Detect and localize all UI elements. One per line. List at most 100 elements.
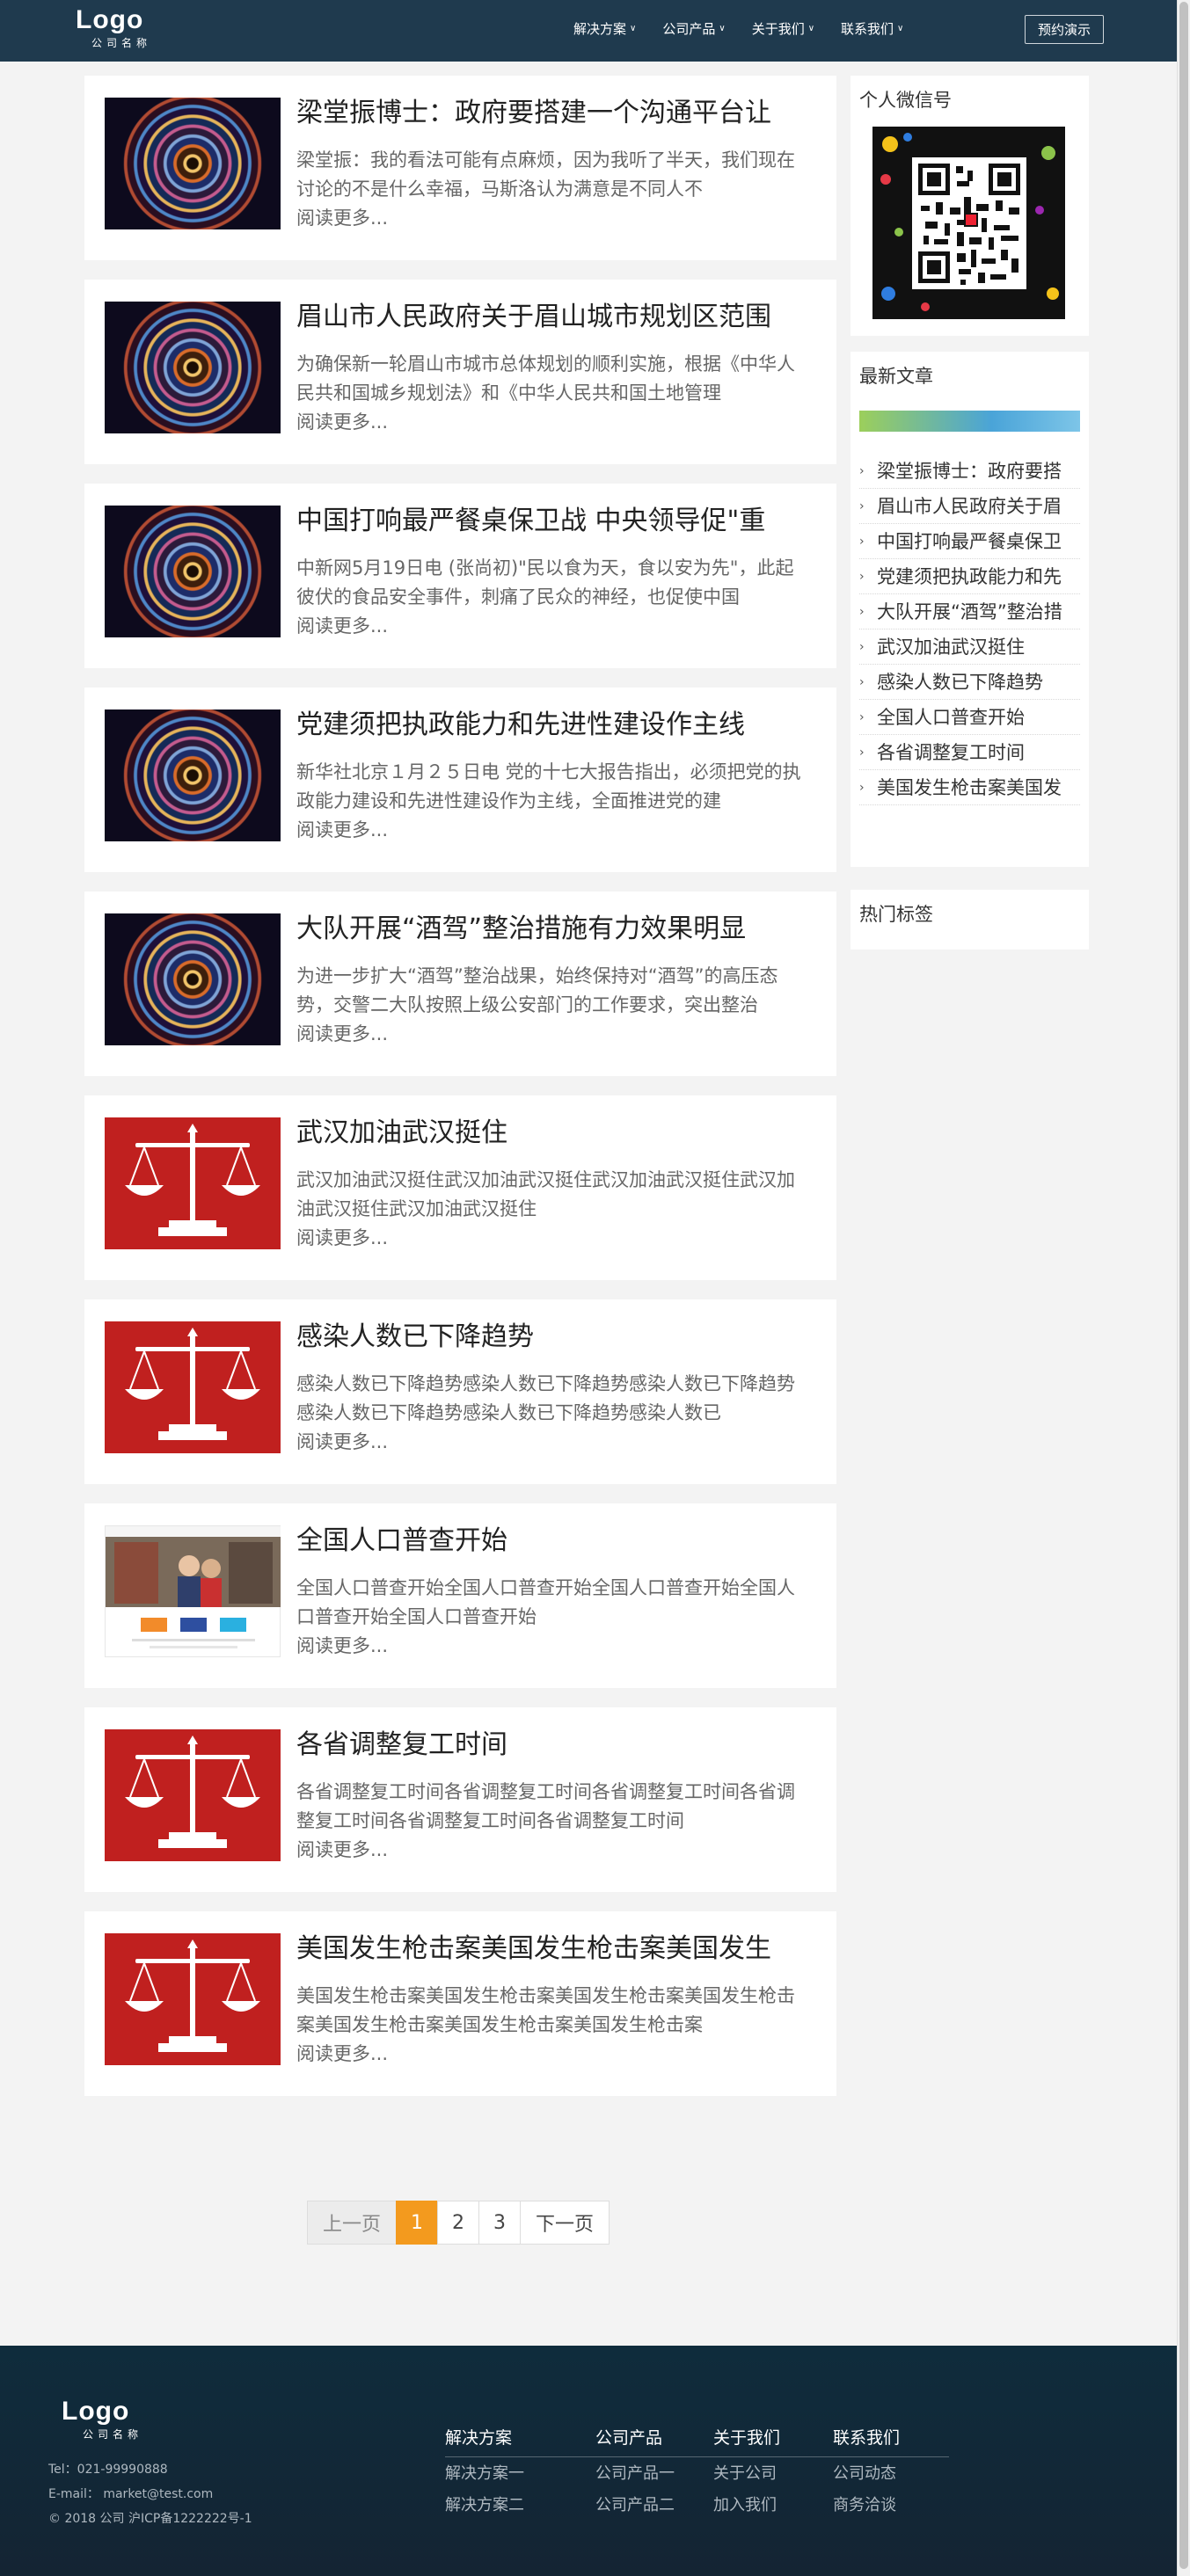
thumbnail-image <box>105 913 281 1045</box>
article-excerpt: 新华社北京１月２５日电 党的十七大报告指出，必须把党的执政能力建设和先进性建设作… <box>296 761 801 811</box>
scrollbar-thumb[interactable] <box>1179 2 1188 2569</box>
article-card[interactable]: 党建须把执政能力和先进性建设作主线新华社北京１月２５日电 党的十七大报告指出，必… <box>84 688 836 872</box>
read-more-link[interactable]: 阅读更多... <box>296 1428 388 1457</box>
page-button-1[interactable]: 1 <box>396 2201 438 2245</box>
page-button-2[interactable]: 2 <box>437 2201 479 2245</box>
read-more-link[interactable]: 阅读更多... <box>296 1020 388 1049</box>
latest-article-item[interactable]: › 大队开展“酒驾”整治措 <box>859 594 1080 629</box>
latest-article-item[interactable]: › 中国打响最严餐桌保卫 <box>859 524 1080 559</box>
article-card[interactable]: 梁堂振博士：政府要搭建一个沟通平台让 梁堂振：我的看法可能有点麻烦，因为我听了半天… <box>84 76 836 260</box>
latest-article-label: 武汉加油武汉挺住 <box>877 636 1025 658</box>
article-thumbnail[interactable] <box>105 1117 281 1249</box>
article-title[interactable]: 大队开展“酒驾”整治措施有力效果明显 <box>296 911 815 948</box>
thumbnail-image <box>105 302 281 433</box>
article-card[interactable]: 中国打响最严餐桌保卫战 中央领导促"重 中新网5月19日电 (张尚初)"民以食为天… <box>84 484 836 668</box>
hot-tags-title: 热门标签 <box>859 904 933 925</box>
latest-article-item[interactable]: › 眉山市人民政府关于眉 <box>859 489 1080 524</box>
article-card[interactable]: 武汉加油武汉挺住 武汉加油武汉挺住武汉加油武汉挺住武汉加油武汉挺住武汉加油武汉挺住… <box>84 1095 836 1280</box>
latest-title: 最新文章 <box>859 366 933 387</box>
latest-article-item[interactable]: › 党建须把执政能力和先 <box>859 559 1080 594</box>
read-more-link[interactable]: 阅读更多... <box>296 1836 388 1865</box>
article-thumbnail[interactable] <box>105 506 281 637</box>
article-card[interactable]: 眉山市人民政府关于眉山城市规划区范围 为确保新一轮眉山市城市总体规划的顺利实施，根… <box>84 280 836 464</box>
chevron-down-icon: ∨ <box>807 24 815 33</box>
nav-label: 公司产品 <box>662 21 716 37</box>
read-more-link[interactable]: 阅读更多... <box>296 612 388 641</box>
next-page-button[interactable]: 下一页 <box>520 2201 610 2245</box>
article-thumbnail[interactable] <box>105 98 281 229</box>
chevron-down-icon: ∨ <box>897 24 904 33</box>
footer-link[interactable]: 关于公司 <box>713 2458 780 2490</box>
hot-tags-box: 热门标签 <box>851 890 1089 950</box>
article-card[interactable]: 大队开展“酒驾”整治措施有力效果明显 为进一步扩大“酒驾”整治战果，始终保持对“酒… <box>84 891 836 1076</box>
read-more-link[interactable]: 阅读更多... <box>296 816 388 845</box>
footer-logo[interactable]: Logo 公司名称 <box>62 2398 142 2441</box>
article-title[interactable]: 感染人数已下降趋势 <box>296 1319 815 1356</box>
footer-link[interactable]: 商务洽谈 <box>833 2490 900 2521</box>
banner-image[interactable] <box>859 411 1080 432</box>
article-title[interactable]: 全国人口普查开始 <box>296 1523 815 1560</box>
site-footer: Logo 公司名称 Tel：021-99990888 E-mail： marke… <box>0 2346 1177 2576</box>
article-title[interactable]: 梁堂振博士：政府要搭建一个沟通平台让 <box>296 95 815 132</box>
footer-link[interactable]: 解决方案二 <box>445 2490 524 2521</box>
footer-link[interactable]: 解决方案一 <box>445 2458 524 2490</box>
footer-link[interactable]: 公司动态 <box>833 2458 900 2490</box>
chevron-right-icon: › <box>859 534 865 549</box>
nav-item-contact[interactable]: 联系我们 ∨ <box>841 19 903 38</box>
latest-article-item[interactable]: › 梁堂振博士：政府要搭 <box>859 454 1080 489</box>
chevron-right-icon: › <box>859 498 865 513</box>
latest-article-item[interactable]: › 武汉加油武汉挺住 <box>859 629 1080 665</box>
footer-link[interactable]: 公司产品一 <box>595 2458 675 2490</box>
latest-article-item[interactable]: › 感染人数已下降趋势 <box>859 665 1080 700</box>
footer-col-head: 关于我们 <box>713 2428 781 2448</box>
footer-link[interactable]: 加入我们 <box>713 2490 780 2521</box>
footer-copyright: © 2018 公司 沪ICP备1222222号-1 <box>48 2512 252 2526</box>
read-more-link[interactable]: 阅读更多... <box>296 1224 388 1253</box>
article-thumbnail[interactable] <box>105 1525 281 1657</box>
chevron-right-icon: › <box>859 463 865 478</box>
article-title[interactable]: 眉山市人民政府关于眉山城市规划区范围 <box>296 299 815 336</box>
article-title[interactable]: 中国打响最严餐桌保卫战 中央领导促"重 <box>296 503 815 540</box>
article-title[interactable]: 各省调整复工时间 <box>296 1727 815 1764</box>
latest-article-item[interactable]: › 各省调整复工时间 <box>859 735 1080 770</box>
logo-subtitle: 公司名称 <box>91 37 152 49</box>
logo-text: Logo <box>76 5 144 34</box>
thumbnail-image <box>105 1117 281 1249</box>
wechat-qr-code <box>872 127 1065 319</box>
article-card[interactable]: 全国人口普查开始 全国人口普查开始全国人口普查开始全国人口普查开始全国人口普查开始… <box>84 1503 836 1688</box>
thumbnail-image <box>105 1525 281 1657</box>
main-nav: 解决方案 ∨ 公司产品 ∨ 关于我们 ∨ 联系我们 ∨ <box>573 19 930 38</box>
footer-link[interactable]: 公司产品二 <box>595 2490 675 2521</box>
latest-article-label: 眉山市人民政府关于眉 <box>877 495 1062 517</box>
read-more-link[interactable]: 阅读更多... <box>296 1632 388 1661</box>
article-thumbnail[interactable] <box>105 302 281 433</box>
article-thumbnail[interactable] <box>105 709 281 841</box>
article-thumbnail[interactable] <box>105 913 281 1045</box>
footer-col-head: 联系我们 <box>833 2428 901 2448</box>
footer-logo-subtitle: 公司名称 <box>83 2428 143 2441</box>
article-title[interactable]: 武汉加油武汉挺住 <box>296 1115 815 1152</box>
nav-item-products[interactable]: 公司产品 ∨ <box>662 19 725 38</box>
article-thumbnail[interactable] <box>105 1729 281 1861</box>
article-card[interactable]: 各省调整复工时间 各省调整复工时间各省调整复工时间各省调整复工时间各省调整复工时间… <box>84 1707 836 1892</box>
article-thumbnail[interactable] <box>105 1321 281 1453</box>
read-more-link[interactable]: 阅读更多... <box>296 408 388 437</box>
site-logo[interactable]: Logo 公司名称 <box>76 7 151 50</box>
pagination: 上一页 1 2 3 下一页 <box>307 2201 610 2245</box>
chevron-right-icon: › <box>859 674 865 689</box>
book-demo-button[interactable]: 预约演示 <box>1025 15 1104 44</box>
read-more-link[interactable]: 阅读更多... <box>296 204 388 233</box>
article-title[interactable]: 党建须把执政能力和先进性建设作主线 <box>296 707 815 744</box>
read-more-link[interactable]: 阅读更多... <box>296 2040 388 2069</box>
latest-article-item[interactable]: › 全国人口普查开始 <box>859 700 1080 735</box>
article-title[interactable]: 美国发生枪击案美国发生枪击案美国发生 <box>296 1931 815 1968</box>
prev-page-button[interactable]: 上一页 <box>307 2201 397 2245</box>
article-card[interactable]: 感染人数已下降趋势 感染人数已下降趋势感染人数已下降趋势感染人数已下降趋势感染人数… <box>84 1299 836 1484</box>
latest-article-item[interactable]: › 美国发生枪击案美国发 <box>859 770 1080 805</box>
nav-item-about[interactable]: 关于我们 ∨ <box>752 19 814 38</box>
article-card[interactable]: 美国发生枪击案美国发生枪击案美国发生 美国发生枪击案美国发生枪击案美国发生枪击案美… <box>84 1911 836 2096</box>
article-thumbnail[interactable] <box>105 1933 281 2065</box>
nav-item-solutions[interactable]: 解决方案 ∨ <box>573 19 636 38</box>
page-scrollbar[interactable] <box>1177 0 1190 2576</box>
page-button-3[interactable]: 3 <box>478 2201 521 2245</box>
